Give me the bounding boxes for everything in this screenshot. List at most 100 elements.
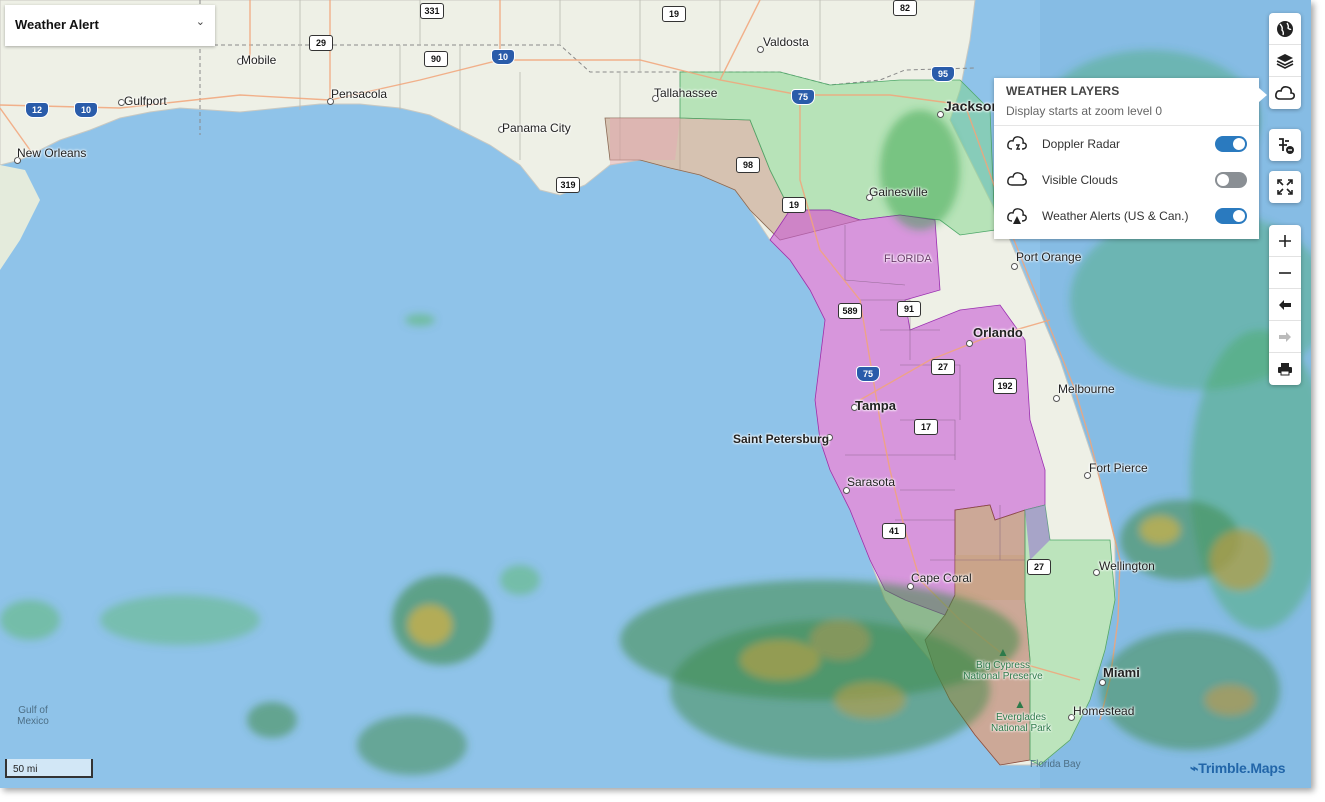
interstate-shield: 95: [931, 66, 955, 82]
layers-icon: [1276, 53, 1294, 69]
park-big-cypress: Big Cypress National Preserve: [963, 660, 1043, 682]
interstate-shield: 12: [25, 102, 49, 118]
alerts-toggle[interactable]: [1215, 208, 1247, 224]
weather-panel-title: WEATHER LAYERS: [1006, 84, 1120, 98]
city-mobile: Mobile: [241, 53, 277, 67]
interstate-shield: 10: [74, 102, 98, 118]
weather-layer-label: Doppler Radar: [1042, 137, 1121, 151]
city-orlando: Orlando: [973, 325, 1023, 340]
route-shield: 29: [309, 35, 333, 51]
traffic-icon: [1279, 138, 1294, 154]
city-dot: [937, 111, 944, 118]
map-frame: Mobile Gulfport New Orleans Pensacola Pa…: [0, 0, 1311, 788]
route-shield: 192: [993, 378, 1017, 394]
city-dot: [1053, 395, 1060, 402]
back-arrow-icon: [1279, 299, 1291, 310]
layer-select-dropdown[interactable]: Weather Alert ⌄: [5, 5, 215, 46]
interstate-shield: 75: [791, 89, 815, 105]
route-shield: 27: [931, 359, 955, 375]
back-button[interactable]: [1269, 289, 1301, 321]
print-button[interactable]: [1269, 353, 1301, 385]
route-shield: 41: [882, 523, 906, 539]
zoom-out-button[interactable]: [1269, 257, 1301, 289]
zoom-out-icon: [1279, 271, 1291, 274]
route-shield: 331: [420, 3, 444, 19]
route-shield: 589: [838, 303, 862, 319]
route-shield: 98: [736, 157, 760, 173]
weather-button[interactable]: [1269, 77, 1301, 109]
city-dot: [966, 340, 973, 347]
route-shield: 17: [914, 419, 938, 435]
fullscreen-button[interactable]: [1269, 171, 1301, 203]
chevron-down-icon: ⌄: [195, 16, 205, 28]
weather-layer-clouds[interactable]: Visible Clouds: [994, 162, 1259, 198]
doppler-toggle[interactable]: [1215, 136, 1247, 152]
route-shield: 82: [893, 0, 917, 16]
city-jacksonville: Jackson: [944, 98, 1001, 114]
layer-select-label: Weather Alert: [15, 17, 99, 32]
forward-arrow-icon: [1279, 331, 1291, 342]
interstate-shield: 10: [491, 49, 515, 65]
state-label-florida: FLORIDA: [884, 253, 932, 265]
city-miami: Miami: [1103, 665, 1140, 680]
city-gainesville: Gainesville: [869, 185, 928, 199]
weather-panel-subtitle: Display starts at zoom level 0: [1006, 104, 1163, 118]
zoom-in-button[interactable]: [1269, 225, 1301, 257]
clouds-toggle[interactable]: [1215, 172, 1247, 188]
city-valdosta: Valdosta: [763, 35, 809, 49]
city-saint-petersburg: Saint Petersburg: [733, 432, 830, 446]
city-sarasota: Sarasota: [847, 475, 896, 489]
city-dot: [1099, 679, 1106, 686]
scale-bar: 50 mi: [5, 759, 93, 778]
route-shield: 90: [424, 51, 448, 67]
interstate-shield: 75: [856, 366, 880, 382]
attribution-logo[interactable]: ⌁Trimble.Maps: [1190, 760, 1286, 777]
water-gulf-of-mexico: Gulf of Mexico: [17, 705, 49, 727]
city-wellington: Wellington: [1099, 559, 1155, 573]
globe-button[interactable]: [1269, 13, 1301, 45]
scale-label: 50 mi: [13, 764, 38, 775]
city-gulfport: Gulfport: [124, 94, 167, 108]
city-cape-coral: Cape Coral: [911, 571, 972, 585]
weather-layers-panel: WEATHER LAYERS Display starts at zoom le…: [994, 78, 1267, 239]
city-melbourne: Melbourne: [1058, 382, 1115, 396]
city-pensacola: Pensacola: [331, 87, 388, 101]
layers-button[interactable]: [1269, 45, 1301, 77]
map-style-toolbar: [1269, 13, 1301, 109]
globe-icon: [1277, 20, 1293, 37]
route-shield: 319: [556, 177, 580, 193]
trimble-logo-icon: ⌁: [1190, 760, 1199, 776]
cloud-icon: [1275, 86, 1295, 100]
fullscreen-icon: [1277, 179, 1293, 195]
city-new-orleans: New Orleans: [17, 146, 87, 160]
cloud-icon: [1007, 172, 1027, 186]
route-shield: 27: [1027, 559, 1051, 575]
weather-layer-label: Visible Clouds: [1042, 173, 1118, 187]
city-port-orange: Port Orange: [1016, 250, 1082, 264]
route-shield: 19: [662, 6, 686, 22]
weather-layer-alerts[interactable]: Weather Alerts (US & Can.): [994, 198, 1259, 234]
route-shield: 19: [782, 197, 806, 213]
city-dot: [1011, 263, 1018, 270]
alert-pink-north: [610, 118, 680, 165]
weather-layer-label: Weather Alerts (US & Can.): [1042, 209, 1189, 223]
fullscreen-toolbar: [1269, 171, 1301, 203]
city-tampa: Tampa: [855, 398, 896, 413]
tree-icon: ▲: [1014, 697, 1026, 711]
print-icon: [1278, 363, 1292, 376]
route-shield: 91: [897, 301, 921, 317]
park-everglades: Everglades National Park: [990, 712, 1052, 734]
forward-button[interactable]: [1269, 321, 1301, 353]
navigation-toolbar: [1269, 225, 1301, 385]
tree-icon: ▲: [997, 645, 1009, 659]
water-florida-bay: Florida Bay: [1030, 759, 1081, 770]
city-panama-city: Panama City: [502, 121, 571, 135]
radar-cloud-icon: [1007, 136, 1027, 150]
zoom-in-icon: [1279, 234, 1291, 247]
alert-cloud-icon: [1007, 208, 1027, 224]
city-fort-pierce: Fort Pierce: [1089, 461, 1148, 475]
city-homestead: Homestead: [1073, 704, 1135, 718]
weather-layer-doppler[interactable]: Doppler Radar: [994, 126, 1259, 162]
traffic-button[interactable]: [1269, 129, 1301, 161]
traffic-toolbar: [1269, 129, 1301, 161]
